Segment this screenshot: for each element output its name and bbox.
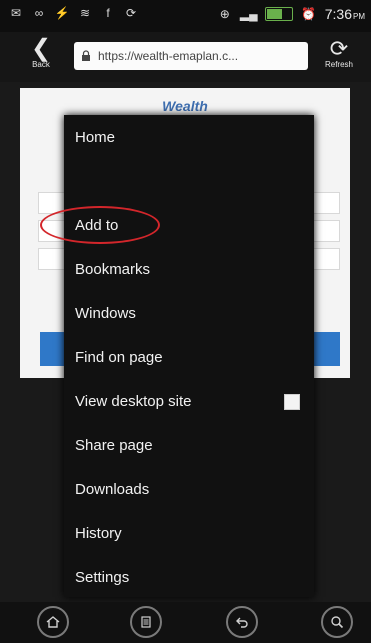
battery-icon (264, 7, 293, 21)
menu-item-label: History (75, 524, 122, 542)
back-arrow-icon: ❮ (30, 35, 52, 62)
status-bar: ✉ ∞ ⚡ ≋ f ⟳ ⊕ ▂▄ ⏰ 7:36PM (0, 0, 371, 32)
phone-screen: ✉ ∞ ⚡ ≋ f ⟳ ⊕ ▂▄ ⏰ 7:36PM ❮ Back https:/… (0, 0, 371, 643)
menu-item-label: Share page (75, 436, 153, 454)
usb-icon: ⚡ (54, 6, 70, 20)
browser-toolbar: ❮ Back https://wealth-emaplan.c... ⟳ Ref… (0, 32, 371, 82)
clock-ampm: PM (353, 12, 365, 21)
refresh-button[interactable]: ⟳ Refresh (319, 36, 359, 78)
sync-icon: ⟳ (125, 6, 137, 20)
wifi-icon: ≋ (79, 6, 91, 20)
highlight-circle (40, 206, 160, 244)
facebook-icon: f (106, 6, 110, 20)
gps-icon: ⊕ (219, 7, 230, 21)
menu-item-share-page[interactable]: Share page (64, 423, 314, 467)
back-button[interactable]: ❮ Back (22, 36, 60, 78)
browser-overflow-menu: Home Add to Bookmarks Windows Find on pa… (64, 115, 314, 597)
menu-item-label: Bookmarks (75, 260, 151, 278)
search-icon (331, 616, 344, 629)
back-label: Back (32, 60, 50, 69)
menu-item-settings[interactable]: Settings (64, 555, 314, 599)
home-icon (46, 616, 60, 628)
clock-time: 7:36 (324, 6, 352, 22)
status-icons-right: ⊕ ▂▄ ⏰ 7:36PM (217, 6, 365, 22)
search-button[interactable] (321, 606, 353, 638)
url-bar[interactable]: https://wealth-emaplan.c... (74, 42, 308, 70)
clock: 7:36PM (325, 6, 365, 22)
menu-item-label: Windows (75, 304, 136, 322)
status-icons-left: ✉ ∞ ⚡ ≋ f ⟳ (8, 6, 139, 20)
menu-item-windows[interactable]: Windows (64, 291, 314, 335)
menu-item-label: Home (75, 128, 116, 146)
menu-item-bookmarks[interactable]: Bookmarks (64, 247, 314, 291)
menu-item-history[interactable]: History (64, 511, 314, 555)
url-text: https://wealth-emaplan.c... (98, 49, 239, 63)
menu-item-find-on-page[interactable]: Find on page (64, 335, 314, 379)
menu-item-label: View desktop site (75, 392, 192, 410)
back-nav-button[interactable] (226, 606, 258, 638)
menu-item-label: Settings (75, 568, 130, 586)
menu-item-view-desktop-site[interactable]: View desktop site (64, 379, 314, 423)
navigation-bar (0, 602, 371, 643)
menu-icon (141, 616, 151, 628)
page-title: Wealth (162, 98, 208, 114)
lock-icon (80, 49, 94, 63)
menu-item-downloads[interactable]: Downloads (64, 467, 314, 511)
back-icon (236, 617, 248, 628)
refresh-icon: ⟳ (329, 36, 349, 61)
refresh-label: Refresh (324, 60, 353, 69)
voicemail-icon: ∞ (34, 6, 44, 20)
signal-icon: ▂▄ (239, 7, 258, 21)
desktop-site-checkbox[interactable] (284, 394, 300, 410)
menu-item-label: Downloads (75, 480, 150, 498)
home-button[interactable] (37, 606, 69, 638)
menu-item-label: Find on page (75, 348, 163, 366)
alarm-icon: ⏰ (301, 7, 317, 21)
menu-item-home[interactable]: Home (64, 115, 314, 159)
message-icon: ✉ (10, 6, 22, 20)
menu-button[interactable] (130, 606, 162, 638)
